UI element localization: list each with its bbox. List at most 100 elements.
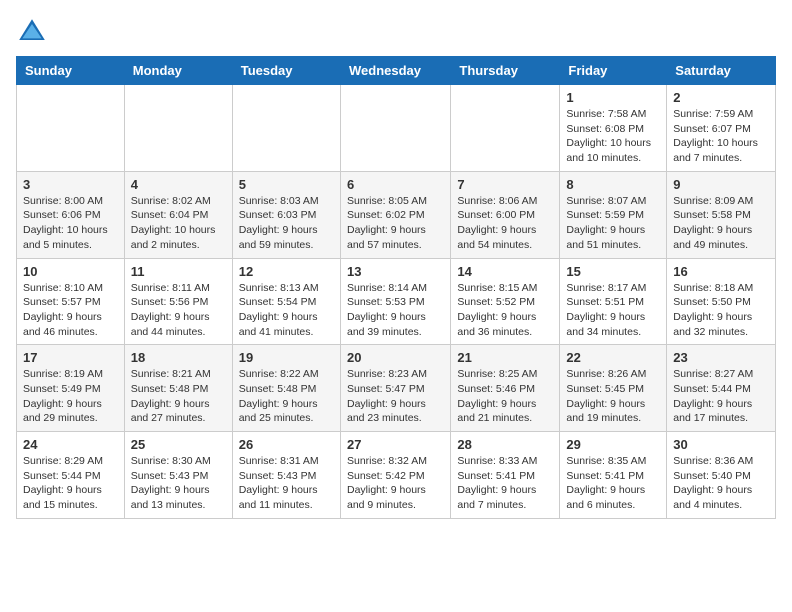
calendar-cell: 1 Sunrise: 7:58 AM Sunset: 6:08 PM Daylig… xyxy=(560,85,667,172)
weekday-header-monday: Monday xyxy=(124,57,232,85)
calendar-cell xyxy=(451,85,560,172)
day-number: 21 xyxy=(457,350,553,365)
calendar-cell: 29 Sunrise: 8:35 AM Sunset: 5:41 PM Dayli… xyxy=(560,432,667,519)
calendar-cell: 6 Sunrise: 8:05 AM Sunset: 6:02 PM Daylig… xyxy=(340,171,450,258)
day-info: Sunrise: 8:14 AM Sunset: 5:53 PM Dayligh… xyxy=(347,281,444,340)
calendar-cell: 20 Sunrise: 8:23 AM Sunset: 5:47 PM Dayli… xyxy=(340,345,450,432)
day-number: 10 xyxy=(23,264,118,279)
calendar-week-row: 1 Sunrise: 7:58 AM Sunset: 6:08 PM Daylig… xyxy=(17,85,776,172)
calendar-cell: 28 Sunrise: 8:33 AM Sunset: 5:41 PM Dayli… xyxy=(451,432,560,519)
day-number: 25 xyxy=(131,437,226,452)
day-number: 18 xyxy=(131,350,226,365)
day-number: 29 xyxy=(566,437,660,452)
day-info: Sunrise: 8:33 AM Sunset: 5:41 PM Dayligh… xyxy=(457,454,553,513)
day-number: 4 xyxy=(131,177,226,192)
weekday-header-row: SundayMondayTuesdayWednesdayThursdayFrid… xyxy=(17,57,776,85)
logo xyxy=(16,16,52,48)
calendar-cell: 4 Sunrise: 8:02 AM Sunset: 6:04 PM Daylig… xyxy=(124,171,232,258)
day-number: 5 xyxy=(239,177,334,192)
day-info: Sunrise: 8:02 AM Sunset: 6:04 PM Dayligh… xyxy=(131,194,226,253)
day-number: 26 xyxy=(239,437,334,452)
calendar-cell: 16Sunrise: 8:18 AM Sunset: 5:50 PM Dayli… xyxy=(667,258,776,345)
calendar-week-row: 24 Sunrise: 8:29 AM Sunset: 5:44 PM Dayli… xyxy=(17,432,776,519)
weekday-header-friday: Friday xyxy=(560,57,667,85)
calendar-cell: 27Sunrise: 8:32 AM Sunset: 5:42 PM Dayli… xyxy=(340,432,450,519)
calendar-cell: 22 Sunrise: 8:26 AM Sunset: 5:45 PM Dayli… xyxy=(560,345,667,432)
calendar-cell xyxy=(124,85,232,172)
calendar-cell: 21 Sunrise: 8:25 AM Sunset: 5:46 PM Dayli… xyxy=(451,345,560,432)
day-info: Sunrise: 8:05 AM Sunset: 6:02 PM Dayligh… xyxy=(347,194,444,253)
calendar-cell: 2 Sunrise: 7:59 AM Sunset: 6:07 PM Daylig… xyxy=(667,85,776,172)
calendar-cell: 13 Sunrise: 8:14 AM Sunset: 5:53 PM Dayli… xyxy=(340,258,450,345)
day-info: Sunrise: 8:35 AM Sunset: 5:41 PM Dayligh… xyxy=(566,454,660,513)
day-info: Sunrise: 7:58 AM Sunset: 6:08 PM Dayligh… xyxy=(566,107,660,166)
calendar-week-row: 3 Sunrise: 8:00 AM Sunset: 6:06 PM Daylig… xyxy=(17,171,776,258)
day-number: 3 xyxy=(23,177,118,192)
weekday-header-thursday: Thursday xyxy=(451,57,560,85)
calendar-cell xyxy=(17,85,125,172)
day-info: Sunrise: 8:07 AM Sunset: 5:59 PM Dayligh… xyxy=(566,194,660,253)
day-number: 12 xyxy=(239,264,334,279)
calendar-cell: 3 Sunrise: 8:00 AM Sunset: 6:06 PM Daylig… xyxy=(17,171,125,258)
day-info: Sunrise: 8:26 AM Sunset: 5:45 PM Dayligh… xyxy=(566,367,660,426)
day-info: Sunrise: 8:23 AM Sunset: 5:47 PM Dayligh… xyxy=(347,367,444,426)
day-number: 14 xyxy=(457,264,553,279)
calendar-cell: 7 Sunrise: 8:06 AM Sunset: 6:00 PM Daylig… xyxy=(451,171,560,258)
weekday-header-sunday: Sunday xyxy=(17,57,125,85)
calendar-cell xyxy=(232,85,340,172)
day-number: 30 xyxy=(673,437,769,452)
day-info: Sunrise: 8:03 AM Sunset: 6:03 PM Dayligh… xyxy=(239,194,334,253)
day-info: Sunrise: 7:59 AM Sunset: 6:07 PM Dayligh… xyxy=(673,107,769,166)
day-info: Sunrise: 8:25 AM Sunset: 5:46 PM Dayligh… xyxy=(457,367,553,426)
day-info: Sunrise: 8:29 AM Sunset: 5:44 PM Dayligh… xyxy=(23,454,118,513)
day-number: 7 xyxy=(457,177,553,192)
calendar-week-row: 10 Sunrise: 8:10 AM Sunset: 5:57 PM Dayli… xyxy=(17,258,776,345)
day-info: Sunrise: 8:15 AM Sunset: 5:52 PM Dayligh… xyxy=(457,281,553,340)
day-number: 17 xyxy=(23,350,118,365)
page-header xyxy=(16,16,776,48)
day-info: Sunrise: 8:19 AM Sunset: 5:49 PM Dayligh… xyxy=(23,367,118,426)
calendar-cell: 24 Sunrise: 8:29 AM Sunset: 5:44 PM Dayli… xyxy=(17,432,125,519)
day-info: Sunrise: 8:00 AM Sunset: 6:06 PM Dayligh… xyxy=(23,194,118,253)
calendar-cell: 25 Sunrise: 8:30 AM Sunset: 5:43 PM Dayli… xyxy=(124,432,232,519)
calendar-cell: 5 Sunrise: 8:03 AM Sunset: 6:03 PM Daylig… xyxy=(232,171,340,258)
day-number: 13 xyxy=(347,264,444,279)
calendar-cell xyxy=(340,85,450,172)
day-info: Sunrise: 8:11 AM Sunset: 5:56 PM Dayligh… xyxy=(131,281,226,340)
calendar-table: SundayMondayTuesdayWednesdayThursdayFrid… xyxy=(16,56,776,519)
calendar-cell: 26Sunrise: 8:31 AM Sunset: 5:43 PM Dayli… xyxy=(232,432,340,519)
day-info: Sunrise: 8:30 AM Sunset: 5:43 PM Dayligh… xyxy=(131,454,226,513)
day-info: Sunrise: 8:13 AM Sunset: 5:54 PM Dayligh… xyxy=(239,281,334,340)
weekday-header-wednesday: Wednesday xyxy=(340,57,450,85)
day-number: 19 xyxy=(239,350,334,365)
calendar-week-row: 17 Sunrise: 8:19 AM Sunset: 5:49 PM Dayli… xyxy=(17,345,776,432)
day-number: 6 xyxy=(347,177,444,192)
day-number: 24 xyxy=(23,437,118,452)
calendar-cell: 12 Sunrise: 8:13 AM Sunset: 5:54 PM Dayli… xyxy=(232,258,340,345)
weekday-header-saturday: Saturday xyxy=(667,57,776,85)
calendar-cell: 15 Sunrise: 8:17 AM Sunset: 5:51 PM Dayli… xyxy=(560,258,667,345)
calendar-cell: 14 Sunrise: 8:15 AM Sunset: 5:52 PM Dayli… xyxy=(451,258,560,345)
day-number: 16 xyxy=(673,264,769,279)
day-info: Sunrise: 8:06 AM Sunset: 6:00 PM Dayligh… xyxy=(457,194,553,253)
weekday-header-tuesday: Tuesday xyxy=(232,57,340,85)
calendar-cell: 23Sunrise: 8:27 AM Sunset: 5:44 PM Dayli… xyxy=(667,345,776,432)
day-info: Sunrise: 8:10 AM Sunset: 5:57 PM Dayligh… xyxy=(23,281,118,340)
calendar-cell: 19Sunrise: 8:22 AM Sunset: 5:48 PM Dayli… xyxy=(232,345,340,432)
day-info: Sunrise: 8:32 AM Sunset: 5:42 PM Dayligh… xyxy=(347,454,444,513)
day-number: 8 xyxy=(566,177,660,192)
day-number: 28 xyxy=(457,437,553,452)
day-info: Sunrise: 8:27 AM Sunset: 5:44 PM Dayligh… xyxy=(673,367,769,426)
calendar-cell: 10 Sunrise: 8:10 AM Sunset: 5:57 PM Dayli… xyxy=(17,258,125,345)
calendar-cell: 9Sunrise: 8:09 AM Sunset: 5:58 PM Daylig… xyxy=(667,171,776,258)
day-number: 20 xyxy=(347,350,444,365)
day-number: 22 xyxy=(566,350,660,365)
day-info: Sunrise: 8:36 AM Sunset: 5:40 PM Dayligh… xyxy=(673,454,769,513)
day-number: 1 xyxy=(566,90,660,105)
calendar-cell: 30 Sunrise: 8:36 AM Sunset: 5:40 PM Dayli… xyxy=(667,432,776,519)
day-number: 9 xyxy=(673,177,769,192)
day-info: Sunrise: 8:17 AM Sunset: 5:51 PM Dayligh… xyxy=(566,281,660,340)
day-number: 15 xyxy=(566,264,660,279)
day-number: 11 xyxy=(131,264,226,279)
day-number: 2 xyxy=(673,90,769,105)
